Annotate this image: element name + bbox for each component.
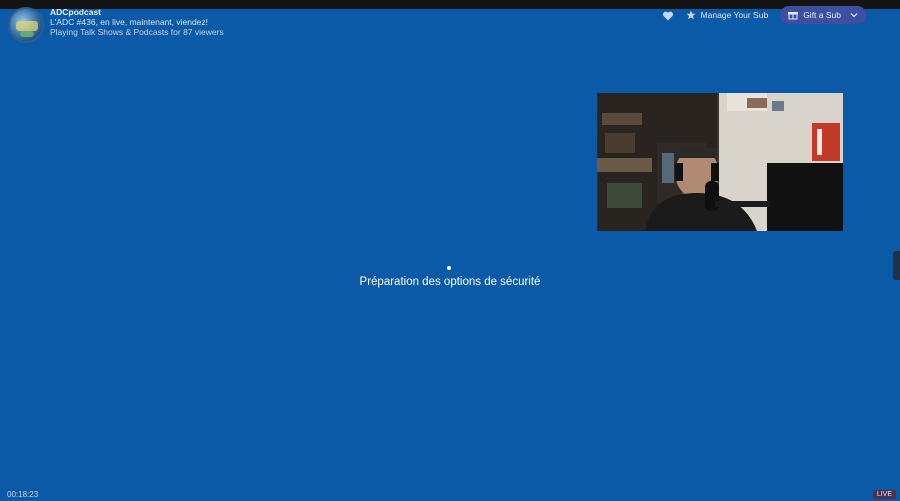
webcam-overlay xyxy=(597,93,843,231)
channel-text: ADCpodcast L'ADC #436, en live, maintena… xyxy=(50,7,224,38)
gift-sub-button[interactable]: Gift a Sub xyxy=(780,6,866,24)
side-panel-toggle[interactable] xyxy=(893,251,900,280)
channel-avatar[interactable] xyxy=(8,7,44,43)
loading-indicator xyxy=(447,266,451,270)
security-status-message: Préparation des options de sécurité xyxy=(359,276,541,288)
channel-name[interactable]: ADCpodcast xyxy=(50,7,224,17)
gift-sub-label: Gift a Sub xyxy=(803,10,841,20)
stream-title: L'ADC #436, en live, maintenant, viendez… xyxy=(50,17,209,28)
manage-sub-button[interactable]: Manage Your Sub xyxy=(686,10,769,20)
gift-icon xyxy=(788,10,799,20)
stream-player[interactable]: ADCpodcast L'ADC #436, en live, maintena… xyxy=(0,0,900,501)
channel-info: ADCpodcast L'ADC #436, en live, maintena… xyxy=(8,7,224,43)
stream-category: Playing Talk Shows & Podcasts for 87 vie… xyxy=(50,27,224,38)
chevron-down-icon[interactable] xyxy=(850,11,858,19)
star-icon xyxy=(686,10,696,20)
webcam-scene xyxy=(597,93,843,231)
live-badge[interactable]: LIVE xyxy=(872,490,896,499)
heart-icon[interactable] xyxy=(662,9,674,21)
elapsed-timer: 00:18:23 xyxy=(7,490,39,499)
manage-sub-label: Manage Your Sub xyxy=(700,10,769,20)
top-actions: Manage Your Sub Gift a Sub xyxy=(662,6,866,24)
